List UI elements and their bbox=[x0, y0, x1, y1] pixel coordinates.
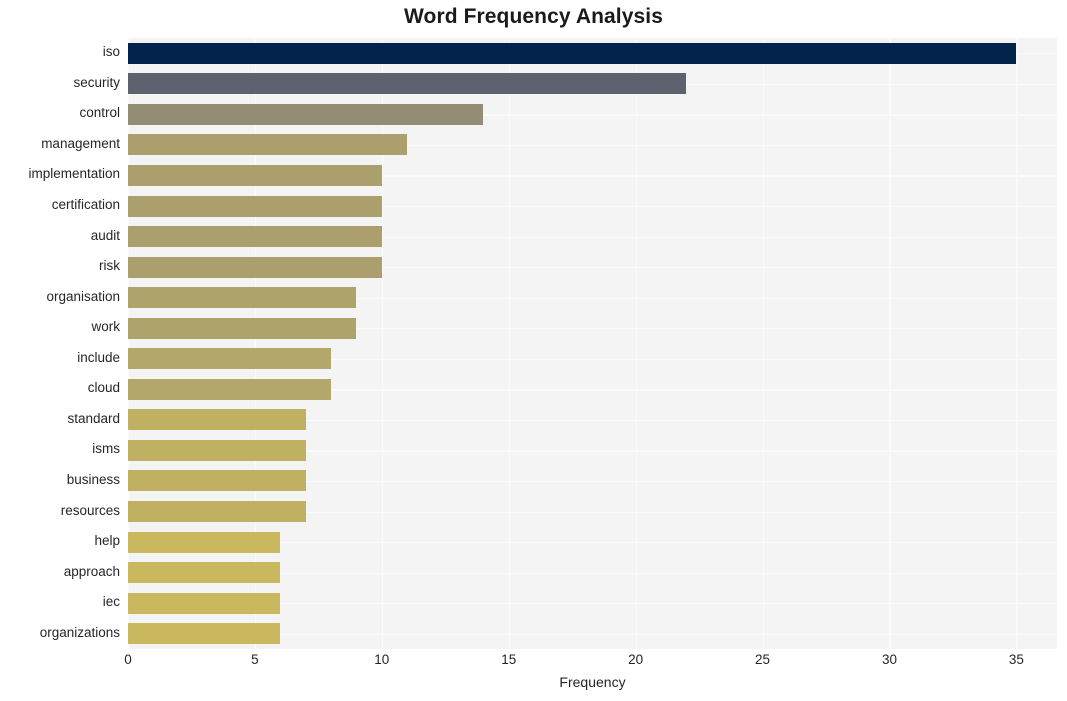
bar-include bbox=[128, 348, 332, 370]
bar-security bbox=[128, 73, 687, 95]
x-axis-label: Frequency bbox=[559, 674, 626, 690]
bar-isms bbox=[128, 439, 306, 461]
y-tick-label-iso: iso bbox=[102, 44, 120, 60]
bar-help bbox=[128, 531, 281, 553]
x-axis: 0 5 10 15 20 25 30 35 bbox=[124, 649, 1057, 673]
gridline-vertical bbox=[889, 38, 891, 649]
x-tick-label-35: 35 bbox=[1008, 652, 1024, 667]
y-tick-label-help: help bbox=[94, 533, 120, 549]
y-tick-label-risk: risk bbox=[99, 258, 120, 274]
gridline-vertical bbox=[635, 38, 638, 649]
y-tick-label-audit: audit bbox=[90, 227, 120, 243]
y-tick-label-certification: certification bbox=[51, 197, 120, 213]
bar-organizations bbox=[128, 623, 281, 645]
gridline-vertical bbox=[254, 38, 257, 649]
bar-audit bbox=[128, 226, 382, 248]
bar-resources bbox=[128, 501, 306, 523]
y-tick-label-iec: iec bbox=[102, 594, 120, 610]
y-tick-label-cloud: cloud bbox=[87, 380, 120, 396]
bar-control bbox=[128, 103, 484, 125]
word-frequency-chart: Word Frequency Analysis iso security contr… bbox=[0, 0, 1067, 701]
bar-approach bbox=[128, 562, 281, 584]
bar-certification bbox=[128, 195, 382, 217]
y-tick-label-approach: approach bbox=[63, 563, 120, 579]
y-tick-label-business: business bbox=[66, 471, 120, 487]
x-tick-label-20: 20 bbox=[628, 652, 644, 667]
bar-management bbox=[128, 134, 408, 156]
x-tick-label-25: 25 bbox=[755, 652, 771, 667]
bar-risk bbox=[128, 256, 382, 278]
bar-implementation bbox=[128, 164, 382, 186]
y-tick-label-organizations: organizations bbox=[39, 624, 120, 640]
y-tick-label-isms: isms bbox=[92, 441, 120, 457]
x-tick-label-5: 5 bbox=[251, 652, 259, 667]
y-tick-label-control: control bbox=[79, 105, 120, 121]
x-tick-label-30: 30 bbox=[881, 652, 897, 667]
y-tick-label-work: work bbox=[91, 319, 120, 335]
gridline-vertical bbox=[381, 38, 384, 649]
y-tick-label-standard: standard bbox=[67, 410, 120, 426]
bar-business bbox=[128, 470, 306, 492]
bar-cloud bbox=[128, 378, 332, 400]
chart-title: Word Frequency Analysis bbox=[403, 5, 664, 28]
gridline-vertical bbox=[508, 38, 511, 649]
gridline-vertical bbox=[1016, 38, 1018, 649]
x-tick-label-15: 15 bbox=[501, 652, 517, 667]
y-tick-label-security: security bbox=[73, 74, 120, 90]
gridline-vertical bbox=[762, 38, 764, 649]
bar-work bbox=[128, 317, 357, 339]
x-tick-label-0: 0 bbox=[124, 652, 132, 667]
y-axis: iso security control management implementati… bbox=[0, 38, 120, 649]
x-tick-label-10: 10 bbox=[374, 652, 390, 667]
bar-organisation bbox=[128, 287, 357, 309]
gridline-vertical bbox=[128, 38, 130, 649]
y-tick-label-resources: resources bbox=[60, 502, 120, 518]
y-tick-label-include: include bbox=[77, 349, 120, 365]
bar-iec bbox=[128, 592, 281, 614]
bar-iso bbox=[128, 42, 1017, 64]
bar-standard bbox=[128, 409, 306, 431]
plot-area bbox=[128, 38, 1057, 649]
y-tick-label-implementation: implementation bbox=[28, 166, 120, 182]
y-tick-label-management: management bbox=[41, 135, 120, 151]
y-tick-label-organisation: organisation bbox=[46, 288, 120, 304]
